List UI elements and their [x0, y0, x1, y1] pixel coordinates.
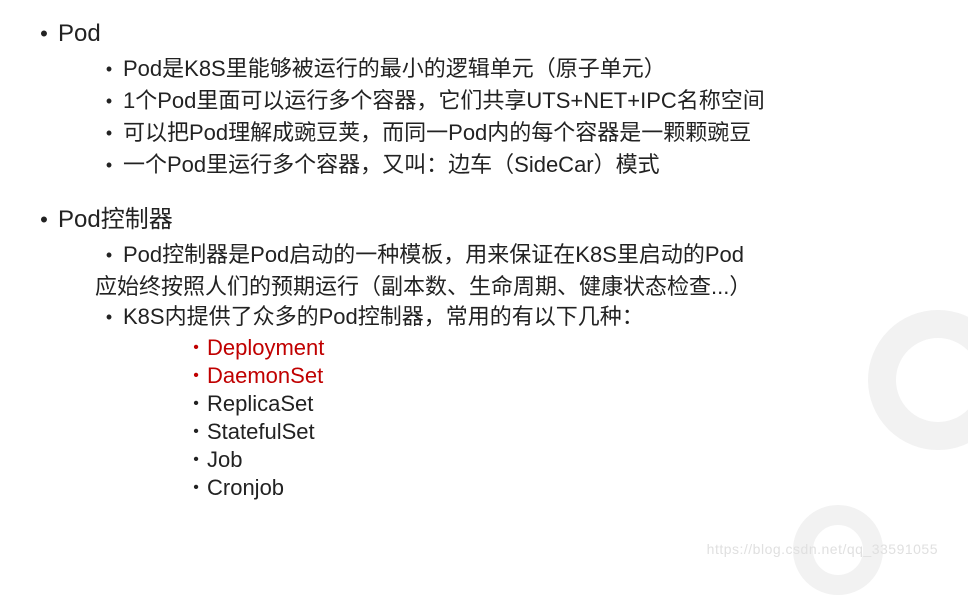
- bullet-icon: •: [30, 18, 58, 50]
- section-title: Pod: [58, 18, 101, 50]
- bullet-icon: •: [95, 150, 123, 180]
- list-item: • ReplicaSet: [185, 390, 938, 418]
- item-text: K8S内提供了众多的Pod控制器，常用的有以下几种：: [123, 302, 644, 332]
- list-item: • 可以把Pod理解成豌豆荚，而同一Pod内的每个容器是一颗颗豌豆: [95, 118, 938, 148]
- item-text: StatefulSet: [207, 418, 315, 446]
- list-item: • 一个Pod里运行多个容器，又叫：边车（SideCar）模式: [95, 150, 938, 180]
- list-item: • Job: [185, 446, 938, 474]
- slide-content: • Pod • Pod是K8S里能够被运行的最小的逻辑单元（原子单元） • 1个…: [0, 0, 968, 522]
- bullet-icon: •: [95, 302, 123, 332]
- list-item: • 1个Pod里面可以运行多个容器，它们共享UTS+NET+IPC名称空间: [95, 86, 938, 116]
- bullet-icon: •: [185, 390, 207, 418]
- item-text: DaemonSet: [207, 362, 323, 390]
- bullet-icon: •: [95, 240, 123, 270]
- bullet-icon: •: [185, 362, 207, 390]
- item-text: Deployment: [207, 334, 324, 362]
- list-item-continuation: 应始终按照人们的预期运行（副本数、生命周期、健康状态检查...）: [57, 272, 938, 302]
- watermark: https://blog.csdn.net/qq_33591055: [707, 541, 938, 557]
- section-body: • Pod是K8S里能够被运行的最小的逻辑单元（原子单元） • 1个Pod里面可…: [95, 54, 938, 180]
- sub-list: • Deployment • DaemonSet • ReplicaSet • …: [185, 334, 938, 502]
- item-text: Pod控制器是Pod启动的一种模板，用来保证在K8S里启动的Pod: [123, 240, 744, 270]
- bullet-icon: •: [185, 418, 207, 446]
- list-item: • Pod是K8S里能够被运行的最小的逻辑单元（原子单元）: [95, 54, 938, 84]
- bullet-icon: •: [185, 474, 207, 502]
- list-item: • Pod控制器是Pod启动的一种模板，用来保证在K8S里启动的Pod: [95, 240, 938, 270]
- item-text: 1个Pod里面可以运行多个容器，它们共享UTS+NET+IPC名称空间: [123, 86, 765, 116]
- bullet-icon: •: [95, 54, 123, 84]
- item-text: Cronjob: [207, 474, 284, 502]
- bullet-icon: •: [185, 446, 207, 474]
- item-text: Job: [207, 446, 242, 474]
- section-heading: • Pod控制器: [30, 204, 938, 236]
- list-item: • Cronjob: [185, 474, 938, 502]
- bullet-icon: •: [185, 334, 207, 362]
- item-text: 一个Pod里运行多个容器，又叫：边车（SideCar）模式: [123, 150, 660, 180]
- bullet-icon: •: [95, 86, 123, 116]
- list-item: • K8S内提供了众多的Pod控制器，常用的有以下几种：: [95, 302, 938, 332]
- section-title: Pod控制器: [58, 204, 173, 236]
- section-heading: • Pod: [30, 18, 938, 50]
- list-item: • DaemonSet: [185, 362, 938, 390]
- section-body: • Pod控制器是Pod启动的一种模板，用来保证在K8S里启动的Pod 应始终按…: [95, 240, 938, 502]
- list-item: • Deployment: [185, 334, 938, 362]
- list-item: • StatefulSet: [185, 418, 938, 446]
- item-text: 应始终按照人们的预期运行（副本数、生命周期、健康状态检查...）: [95, 272, 938, 302]
- item-text: ReplicaSet: [207, 390, 313, 418]
- bullet-icon: •: [30, 204, 58, 236]
- bullet-icon: •: [95, 118, 123, 148]
- item-text: 可以把Pod理解成豌豆荚，而同一Pod内的每个容器是一颗颗豌豆: [123, 118, 751, 148]
- item-text: Pod是K8S里能够被运行的最小的逻辑单元（原子单元）: [123, 54, 666, 84]
